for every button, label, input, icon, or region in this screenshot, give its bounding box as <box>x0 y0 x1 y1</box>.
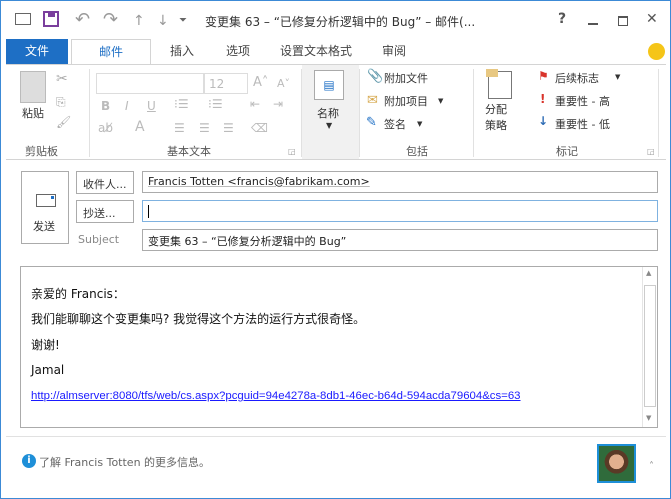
numbering-icon[interactable]: ⁝☰ <box>208 97 223 111</box>
cut-icon[interactable]: ✂ <box>56 71 68 87</box>
copy-icon[interactable]: ⎘ <box>56 95 66 110</box>
message-icon <box>15 13 31 25</box>
group-label-basic-text: 基本文本 <box>167 145 211 158</box>
people-pane-info[interactable]: 了解 Francis Totten 的更多信息。 <box>39 454 210 470</box>
text-cursor <box>148 204 149 218</box>
next-item-icon[interactable]: ↓ <box>157 13 169 29</box>
outlook-compose-window: ↶ ↷ ↑ ↓ ⏷ 变更集 63 – “已修复分析逻辑中的 Bug” – 邮件(… <box>0 0 671 499</box>
dialog-launcher-icon[interactable]: ◲ <box>288 147 296 156</box>
tab-message[interactable]: 邮件 <box>71 39 151 65</box>
paste-button[interactable]: 粘贴 <box>22 105 44 121</box>
scroll-up-icon[interactable]: ▲ <box>646 269 651 277</box>
divider <box>658 69 659 157</box>
divider <box>6 436 666 437</box>
attach-item-button[interactable]: 附加项目 <box>384 93 428 109</box>
flag-icon: ⚑ <box>538 69 549 83</box>
dialog-launcher-icon[interactable]: ◲ <box>647 147 655 156</box>
body-thanks: 谢谢! <box>31 338 60 352</box>
customize-toolbar-icon[interactable]: ⏷ <box>179 15 187 26</box>
low-importance-button[interactable]: 重要性 - 低 <box>555 116 610 132</box>
decrease-indent-icon[interactable]: ⇤ <box>250 97 260 111</box>
minimize-button[interactable] <box>588 23 598 25</box>
bold-button[interactable]: B <box>101 99 110 113</box>
subject-field[interactable]: 变更集 63 – “已修复分析逻辑中的 Bug” <box>142 229 658 251</box>
underline-button[interactable]: U <box>147 99 156 113</box>
signature-button[interactable]: 签名 <box>384 116 406 132</box>
scroll-thumb[interactable] <box>644 285 656 407</box>
close-button[interactable]: ✕ <box>646 11 658 27</box>
body-signature: Jamal <box>31 363 65 377</box>
italic-button[interactable]: I <box>125 99 129 113</box>
scroll-down-icon[interactable]: ▼ <box>646 414 651 422</box>
align-left-icon[interactable]: ☰ <box>174 121 185 135</box>
subject-label: Subject <box>78 233 120 246</box>
dropdown-arrow-icon[interactable]: ▼ <box>438 97 443 105</box>
high-importance-icon: ! <box>540 92 546 106</box>
bullets-icon[interactable]: ⁝☰ <box>174 97 189 111</box>
cc-button[interactable]: 抄送... <box>76 200 134 223</box>
group-label-include: 包括 <box>406 145 428 158</box>
dropdown-arrow-icon[interactable]: ▼ <box>615 73 620 81</box>
body-line: 我们能聊聊这个变更集吗? 我觉得这个方法的运行方式很奇怪。 <box>31 312 366 326</box>
format-painter-icon[interactable]: 🖌 <box>56 115 71 129</box>
font-size-select[interactable]: 12 <box>204 73 248 94</box>
tab-review[interactable]: 审阅 <box>371 39 417 64</box>
assign-policy-icon <box>486 69 512 99</box>
highlight-icon[interactable]: ab̸ <box>98 121 113 135</box>
send-envelope-icon <box>36 194 56 207</box>
dropdown-arrow-icon[interactable]: ▼ <box>326 121 332 130</box>
save-icon[interactable] <box>43 11 59 27</box>
to-button[interactable]: 收件人... <box>76 171 134 194</box>
shrink-font-icon[interactable]: A˅ <box>277 77 290 90</box>
grow-font-icon[interactable]: A˄ <box>253 75 268 90</box>
contact-avatar[interactable] <box>597 444 636 483</box>
low-importance-icon: ↓ <box>538 114 549 128</box>
send-button[interactable]: 发送 <box>21 171 69 244</box>
help-button[interactable]: ? <box>558 11 566 27</box>
dropdown-arrow-icon[interactable]: ▼ <box>417 120 422 128</box>
paste-icon[interactable] <box>20 71 46 103</box>
send-label: 发送 <box>33 220 55 233</box>
font-color-icon[interactable]: A <box>135 119 145 135</box>
align-right-icon[interactable]: ☰ <box>223 121 234 135</box>
maximize-button[interactable] <box>618 16 628 26</box>
tab-format-text[interactable]: 设置文本格式 <box>271 39 361 64</box>
window-title: 变更集 63 – “已修复分析逻辑中的 Bug” – 邮件(... <box>205 15 476 29</box>
to-field[interactable]: Francis Totten <francis@fabrikam.com> <box>142 171 658 193</box>
tab-insert[interactable]: 插入 <box>159 39 205 64</box>
redo-icon[interactable]: ↷ <box>103 9 118 30</box>
paperclip-icon: 📎 <box>367 69 384 84</box>
high-importance-button[interactable]: 重要性 - 高 <box>555 93 610 109</box>
divider <box>301 69 302 157</box>
divider <box>89 69 90 157</box>
tab-options[interactable]: 选项 <box>215 39 261 64</box>
attach-item-icon: ✉ <box>367 93 378 108</box>
follow-up-button[interactable]: 后续标志 <box>555 70 599 86</box>
divider <box>359 69 360 157</box>
recipient-chip[interactable]: Francis Totten <francis@fabrikam.com> <box>148 175 370 188</box>
address-book-icon[interactable]: ▤ <box>314 70 344 100</box>
vertical-scrollbar[interactable]: ▲ ▼ <box>642 267 657 427</box>
font-name-select[interactable] <box>96 73 204 94</box>
previous-item-icon[interactable]: ↑ <box>133 13 145 29</box>
expand-chevron-icon[interactable]: ˄ <box>649 461 654 472</box>
body-greeting: 亲爱的 Francis： <box>31 287 125 301</box>
align-center-icon[interactable]: ☰ <box>199 121 210 135</box>
clear-formatting-icon[interactable]: ⌫ <box>251 121 268 135</box>
info-icon: i <box>22 454 36 468</box>
names-button[interactable]: 名称 <box>317 105 339 121</box>
assign-policy-button[interactable]: 分配策略 <box>485 102 515 134</box>
signature-icon: ✎ <box>366 115 377 130</box>
changeset-link[interactable]: http://almserver:8080/tfs/web/cs.aspx?pc… <box>31 390 521 402</box>
divider <box>473 69 474 157</box>
smiley-feedback-icon[interactable] <box>648 43 665 60</box>
increase-indent-icon[interactable]: ⇥ <box>273 97 283 111</box>
attach-file-button[interactable]: 附加文件 <box>384 70 428 86</box>
tab-file[interactable]: 文件 <box>6 39 68 64</box>
undo-icon[interactable]: ↶ <box>75 9 90 30</box>
cc-field[interactable] <box>142 200 658 222</box>
group-label-tags: 标记 <box>556 145 578 158</box>
group-label-clipboard: 剪贴板 <box>25 145 58 158</box>
